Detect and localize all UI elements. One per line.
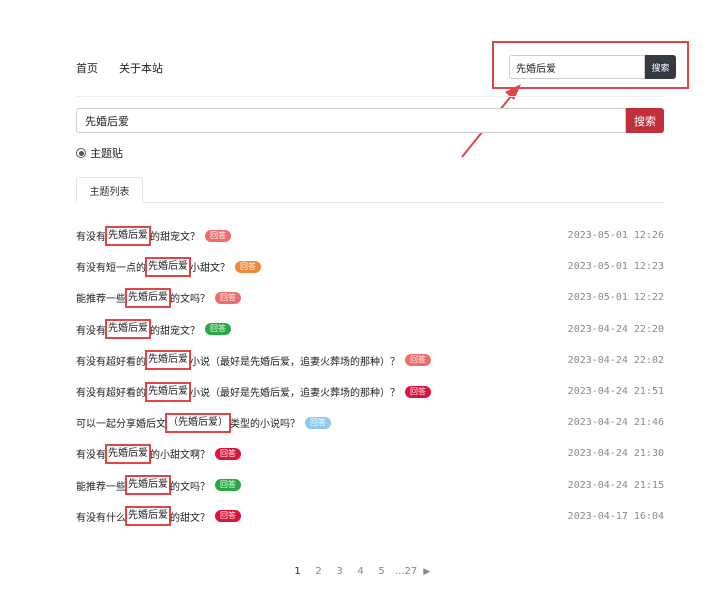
topic-title-link[interactable]: 有没有 先婚后爱 的甜宠文？ 回答: [76, 319, 231, 340]
topic-title-suffix: 类型的小说吗？: [230, 419, 300, 431]
topic-timestamp: 2023-04-17 16:04: [567, 510, 664, 522]
answer-badge: 回答: [405, 354, 431, 367]
answer-badge: 回答: [215, 447, 241, 460]
topic-title-prefix: 有没有: [76, 232, 106, 244]
table-row: 有没有什么 先婚后爱 的甜文？ 回答 2023-04-17 16:04: [76, 501, 664, 532]
topic-title-suffix: 的甜宠文？: [150, 325, 200, 337]
topic-title-link[interactable]: 有没有超好看的 先婚后爱 小说（最好是先婚后爱，追妻火葬场的那种）？ 回答: [76, 381, 431, 402]
answer-badge: 回答: [205, 323, 231, 336]
table-row: 可以一起分享婚后文 （先婚后爱） 类型的小说吗？ 回答 2023-04-24 21:46: [76, 407, 664, 438]
table-row: 有没有超好看的 先婚后爱 小说（最好是先婚后爱，追妻火葬场的那种）？ 回答 2023-0…: [76, 345, 664, 376]
topic-keyword-highlight: 先婚后爱: [145, 350, 191, 371]
table-row: 有没有 先婚后爱 的甜宠文？ 回答 2023-04-24 22:20: [76, 314, 664, 345]
topic-radio-label: 主题贴: [90, 147, 123, 160]
topic-timestamp: 2023-05-01 12:22: [567, 292, 664, 304]
topic-title-link[interactable]: 有没有 先婚后爱 的甜宠文？ 回答: [76, 225, 231, 246]
topic-title-link[interactable]: 能推荐一些 先婚后爱 的文吗？ 回答: [76, 287, 241, 308]
page-link-1[interactable]: 1: [287, 566, 308, 577]
answer-badge: 回答: [215, 479, 241, 492]
page-link-last[interactable]: ...27: [395, 566, 417, 577]
page-link-5[interactable]: 5: [371, 566, 392, 577]
page-link-2[interactable]: 2: [308, 566, 329, 577]
answer-badge: 回答: [215, 510, 241, 523]
topic-title-suffix: 的文吗？: [170, 481, 210, 493]
topic-timestamp: 2023-04-24 22:02: [567, 354, 664, 366]
topic-list: 有没有 先婚后爱 的甜宠文？ 回答 2023-05-01 12:26 有没有短一点的 先婚后…: [76, 220, 664, 532]
topic-keyword-highlight: 先婚后爱: [145, 381, 191, 402]
topic-title-prefix: 能推荐一些: [76, 294, 126, 306]
table-row: 有没有超好看的 先婚后爱 小说（最好是先婚后爱，追妻火葬场的那种）？ 回答 2023-0…: [76, 376, 664, 407]
topic-title-prefix: 有没有超好看的: [76, 356, 146, 368]
topic-title-link[interactable]: 有没有 先婚后爱 的小甜文啊？ 回答: [76, 443, 241, 464]
tab-topic-list[interactable]: 主题列表: [76, 177, 143, 203]
topic-title-suffix: 的甜文？: [170, 512, 210, 524]
table-row: 有没有短一点的 先婚后爱 小甜文？ 回答 2023-05-01 12:23: [76, 251, 664, 282]
topic-title-prefix: 有没有短一点的: [76, 263, 146, 275]
topic-timestamp: 2023-04-24 22:20: [567, 323, 664, 335]
answer-badge: 回答: [215, 291, 241, 304]
topic-keyword-highlight: （先婚后爱）: [165, 412, 231, 433]
topic-title-prefix: 有没有: [76, 325, 106, 337]
filter-radio-group: 主题贴: [76, 145, 123, 161]
topic-title-prefix: 有没有超好看的: [76, 388, 146, 400]
page-link-4[interactable]: 4: [350, 566, 371, 577]
topic-title-link[interactable]: 可以一起分享婚后文 （先婚后爱） 类型的小说吗？ 回答: [76, 412, 331, 433]
topic-keyword-highlight: 先婚后爱: [145, 256, 191, 277]
topic-title-prefix: 能推荐一些: [76, 481, 126, 493]
topic-keyword-highlight: 先婚后爱: [125, 506, 171, 527]
topic-timestamp: 2023-04-24 21:46: [567, 417, 664, 429]
pagination: 1 2 3 4 5 ...27 ▶: [287, 566, 430, 577]
main-search: 搜索: [76, 108, 664, 133]
answer-badge: 回答: [405, 385, 431, 398]
topic-title-suffix: 的甜宠文？: [150, 232, 200, 244]
topic-radio[interactable]: [76, 148, 86, 158]
tab-underline: [76, 202, 664, 203]
topic-keyword-highlight: 先婚后爱: [105, 319, 151, 340]
topic-title-link[interactable]: 有没有超好看的 先婚后爱 小说（最好是先婚后爱，追妻火葬场的那种）？ 回答: [76, 350, 431, 371]
topic-title-suffix: 小甜文？: [190, 263, 230, 275]
answer-badge: 回答: [235, 260, 261, 273]
header-divider: [76, 96, 664, 97]
topic-title-suffix: 的文吗？: [170, 294, 210, 306]
topic-timestamp: 2023-04-24 21:51: [567, 386, 664, 398]
answer-badge: 回答: [205, 229, 231, 242]
topic-keyword-highlight: 先婚后爱: [125, 475, 171, 496]
topic-timestamp: 2023-05-01 12:23: [567, 261, 664, 273]
topic-timestamp: 2023-04-24 21:30: [567, 448, 664, 460]
page-link-3[interactable]: 3: [329, 566, 350, 577]
topic-title-suffix: 的小甜文啊？: [150, 450, 210, 462]
topic-keyword-highlight: 先婚后爱: [105, 225, 151, 246]
topic-timestamp: 2023-05-01 12:26: [567, 230, 664, 242]
topic-title-prefix: 有没有什么: [76, 512, 126, 524]
topic-keyword-highlight: 先婚后爱: [125, 287, 171, 308]
topic-title-prefix: 可以一起分享婚后文: [76, 419, 166, 431]
topic-title-link[interactable]: 能推荐一些 先婚后爱 的文吗？ 回答: [76, 475, 241, 496]
table-row: 有没有 先婚后爱 的小甜文啊？ 回答 2023-04-24 21:30: [76, 438, 664, 469]
topic-title-prefix: 有没有: [76, 450, 106, 462]
answer-badge: 回答: [305, 416, 331, 429]
topic-title-suffix: 小说（最好是先婚后爱，追妻火葬场的那种）？: [190, 388, 400, 400]
main-search-button[interactable]: 搜索: [626, 108, 664, 133]
topic-keyword-highlight: 先婚后爱: [105, 443, 151, 464]
topic-title-link[interactable]: 有没有什么 先婚后爱 的甜文？ 回答: [76, 506, 241, 527]
topic-title-link[interactable]: 有没有短一点的 先婚后爱 小甜文？ 回答: [76, 256, 261, 277]
table-row: 能推荐一些 先婚后爱 的文吗？ 回答 2023-04-24 21:15: [76, 470, 664, 501]
topic-title-suffix: 小说（最好是先婚后爱，追妻火葬场的那种）？: [190, 356, 400, 368]
play-right-icon[interactable]: ▶: [423, 567, 430, 577]
topic-timestamp: 2023-04-24 21:15: [567, 479, 664, 491]
table-row: 能推荐一些 先婚后爱 的文吗？ 回答 2023-05-01 12:22: [76, 282, 664, 313]
main-search-input[interactable]: [76, 108, 626, 133]
table-row: 有没有 先婚后爱 的甜宠文？ 回答 2023-05-01 12:26: [76, 220, 664, 251]
